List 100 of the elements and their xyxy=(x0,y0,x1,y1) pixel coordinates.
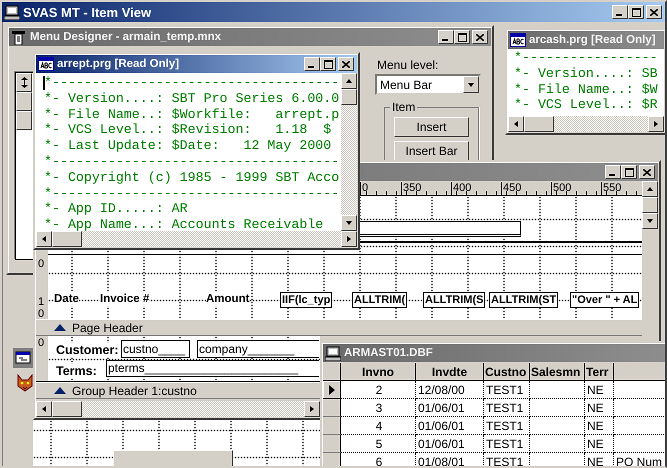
scroll-left-button[interactable] xyxy=(508,116,524,132)
code-line: *- File Name..: $Workfile: arrept.p xyxy=(44,106,340,122)
table-cell: 3 xyxy=(341,399,416,417)
field-expression[interactable]: pterms_______________________ xyxy=(106,360,319,377)
field-label[interactable]: Customer: xyxy=(56,343,119,357)
row-selector[interactable] xyxy=(323,435,341,453)
scroll-thumb[interactable] xyxy=(642,197,658,213)
field-expression[interactable]: IIF(lc_typ xyxy=(280,292,332,308)
scroll-thumb[interactable] xyxy=(341,89,357,105)
scroll-right-button[interactable] xyxy=(304,401,320,417)
fox-icon xyxy=(17,374,33,392)
field-expression[interactable]: ALLTRIM( xyxy=(352,292,408,308)
vertical-scrollbar[interactable] xyxy=(341,73,357,231)
table-cell: 2 xyxy=(341,381,416,399)
close-icon xyxy=(643,168,651,176)
menu-level-label: Menu level: xyxy=(377,58,440,72)
table-cell: 01/08/01 xyxy=(416,453,484,466)
table-cell: NE xyxy=(585,381,614,399)
table-cell xyxy=(530,417,585,435)
field-expression[interactable]: company_______ xyxy=(197,340,319,358)
scroll-down-button[interactable] xyxy=(642,213,658,229)
field-label[interactable]: Terms: xyxy=(56,364,97,378)
column-header[interactable]: Custno xyxy=(484,363,530,381)
ruler-label: 400 xyxy=(451,182,501,195)
scroll-thumb[interactable] xyxy=(52,231,82,247)
minimize-button[interactable] xyxy=(612,5,628,19)
field-label[interactable]: Date xyxy=(54,292,79,306)
mover-button[interactable] xyxy=(16,111,32,130)
maximize-button[interactable] xyxy=(621,165,637,179)
code-line: *------------------------------------ xyxy=(44,186,340,202)
row-selector[interactable] xyxy=(323,417,341,435)
table-cell: NE xyxy=(585,435,614,453)
document-icon xyxy=(510,32,526,48)
table-cell: 12/08/00 xyxy=(416,381,484,399)
insert-button[interactable]: Insert Bar xyxy=(394,141,469,161)
code-line: *- VCS Level..: $Revision: 1.18 $ xyxy=(44,122,332,138)
close-button[interactable] xyxy=(472,30,488,44)
scroll-up-button[interactable] xyxy=(642,181,658,197)
menu-level-dropdown[interactable]: Menu Bar xyxy=(375,74,481,95)
column-header[interactable]: Salesmn xyxy=(530,363,585,381)
maximize-button[interactable] xyxy=(454,30,470,44)
row-selector[interactable] xyxy=(323,453,341,466)
code-area[interactable] xyxy=(36,73,341,231)
row-selector[interactable] xyxy=(323,399,341,417)
field-expression[interactable] xyxy=(359,221,521,237)
scroll-left-button[interactable] xyxy=(36,231,52,247)
minimize-button[interactable] xyxy=(304,57,320,71)
left-arrow-icon xyxy=(42,406,46,412)
field-expression[interactable]: custno____ xyxy=(121,340,190,358)
vertical-scrollbar[interactable] xyxy=(642,181,658,229)
table-cell: NE xyxy=(585,453,614,466)
horizontal-scrollbar[interactable] xyxy=(36,231,357,247)
scroll-up-button[interactable] xyxy=(341,73,357,89)
scroll-right-button[interactable] xyxy=(648,116,664,132)
code-area[interactable]: *----------------- *- Version....: SB *- File Name..: $W *- VCS Level..: $R xyxy=(508,49,664,116)
maximize-button[interactable] xyxy=(320,57,336,71)
close-button[interactable] xyxy=(646,5,662,19)
horizontal-scrollbar[interactable] xyxy=(36,401,320,417)
minimize-button[interactable] xyxy=(605,165,621,179)
computer-icon xyxy=(4,4,20,20)
column-header[interactable]: Invdte xyxy=(416,363,484,381)
scroll-thumb[interactable] xyxy=(52,401,82,417)
field-expression[interactable]: "Over " + AL xyxy=(570,292,640,308)
horizontal-scrollbar[interactable] xyxy=(508,116,664,132)
ruler-label: 0 xyxy=(38,337,44,349)
mover-button[interactable] xyxy=(16,73,32,92)
field-expression[interactable]: ALLTRIM(S xyxy=(423,292,486,308)
maximize-button[interactable] xyxy=(628,5,644,19)
close-icon xyxy=(476,34,484,40)
mover-button[interactable] xyxy=(16,92,32,111)
window-title: Menu Designer - armain_temp.mnx xyxy=(30,31,222,43)
maximize-icon xyxy=(458,32,466,42)
scroll-thumb[interactable] xyxy=(524,116,554,132)
scroll-right-button[interactable] xyxy=(341,231,357,247)
close-button[interactable] xyxy=(639,165,655,179)
table-cell: NE xyxy=(585,417,614,435)
document-icon xyxy=(38,56,54,72)
ruler-label: 450 xyxy=(501,182,551,195)
table-cell: TEST1 xyxy=(484,435,530,453)
column-header[interactable]: Invno xyxy=(341,363,416,381)
ruler-label: 0 xyxy=(38,258,44,270)
code-line: *- Copyright (c) 1985 - 1999 SBT Acco xyxy=(44,170,340,186)
row-selector[interactable] xyxy=(323,381,341,399)
field-label[interactable]: Amount xyxy=(206,292,250,306)
field-label[interactable]: Invoice # xyxy=(100,292,150,306)
close-icon xyxy=(342,60,350,68)
band-bar[interactable]: Page Header xyxy=(36,319,642,336)
column-header[interactable] xyxy=(614,363,665,381)
close-button[interactable] xyxy=(338,57,354,71)
band-bar[interactable]: Group Header 1:custno xyxy=(36,382,320,399)
field-expression[interactable]: ALLTRIM(ST xyxy=(489,292,558,308)
minimize-button[interactable] xyxy=(438,30,454,44)
insert-button[interactable]: Insert xyxy=(394,117,469,137)
ruler-label: 0 xyxy=(360,182,401,195)
scroll-left-button[interactable] xyxy=(36,401,52,417)
up-arrow-icon xyxy=(346,79,352,83)
scroll-down-button[interactable] xyxy=(341,215,357,231)
column-header[interactable]: Terr xyxy=(585,363,614,381)
text-caret xyxy=(43,76,45,90)
window-title: arrept.prg [Read Only] xyxy=(57,58,180,70)
